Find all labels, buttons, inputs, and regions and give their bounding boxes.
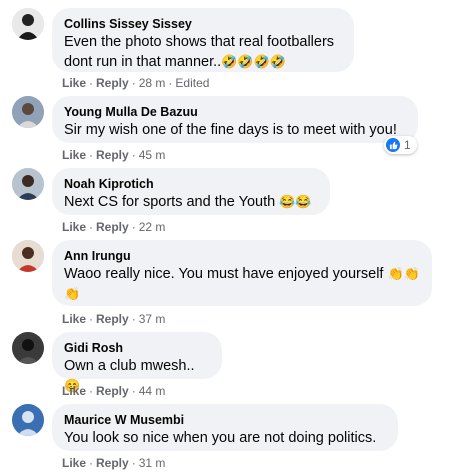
comment-actions: Like · Reply · 44 m (62, 384, 166, 398)
clapping-hands-emoji: 👏 (64, 286, 81, 301)
like-button[interactable]: Like (62, 456, 86, 470)
comment-bubble: Ann Irungu Waoo really nice. You must ha… (52, 240, 432, 306)
clapping-hands-emoji: 👏👏 (387, 266, 420, 281)
reply-button[interactable]: Reply (96, 76, 129, 90)
avatar[interactable] (12, 404, 44, 436)
reaction-count[interactable]: 1 (384, 136, 417, 154)
comment-actions: Like · Reply · 37 m (62, 312, 166, 326)
commenter-name[interactable]: Gidi Rosh (64, 340, 210, 356)
timestamp[interactable]: 37 m (139, 312, 166, 326)
like-button[interactable]: Like (62, 148, 86, 162)
comment-text: Next CS for sports and the Youth 😂😂 (64, 192, 318, 212)
timestamp[interactable]: 44 m (139, 384, 166, 398)
reaction-number: 1 (404, 138, 411, 152)
avatar[interactable] (12, 168, 44, 200)
comment-text-body: Even the photo shows that real footballe… (64, 34, 335, 70)
comment-actions: Like · Reply · 45 m (62, 148, 166, 162)
reply-button[interactable]: Reply (96, 148, 129, 162)
reply-button[interactable]: Reply (96, 384, 129, 398)
like-thumb-icon (386, 138, 400, 152)
comment-text: Waoo really nice. You must have enjoyed … (64, 264, 420, 304)
comment-text: Even the photo shows that real footballe… (64, 32, 342, 72)
like-button[interactable]: Like (62, 76, 86, 90)
timestamp[interactable]: 45 m (139, 148, 166, 162)
commenter-name[interactable]: Collins Sissey Sissey (64, 16, 342, 32)
like-button[interactable]: Like (62, 220, 86, 234)
comment-text: You look so nice when you are not doing … (64, 430, 377, 446)
comment-bubble: Maurice W Musembi You look so nice when … (52, 404, 398, 451)
commenter-name[interactable]: Ann Irungu (64, 248, 420, 264)
commenter-name[interactable]: Noah Kiprotich (64, 176, 318, 192)
timestamp[interactable]: 22 m (139, 220, 166, 234)
comment-actions: Like · Reply · 22 m (62, 220, 166, 234)
comment-text: Sir my wish one of the fine days is to m… (64, 122, 397, 138)
comment-bubble: Gidi Rosh Own a club mwesh..😊 (52, 332, 222, 393)
edited-label[interactable]: Edited (175, 76, 209, 90)
timestamp[interactable]: 31 m (139, 456, 166, 470)
comment-actions: Like · Reply · 28 m · Edited (62, 76, 210, 90)
tears-of-joy-emoji: 😂😂 (279, 194, 312, 209)
comment-text-body: Next CS for sports and the Youth (64, 194, 280, 210)
comment-actions: Like · Reply · 31 m (62, 456, 166, 470)
avatar[interactable] (12, 96, 44, 128)
comment-bubble: Young Mulla De Bazuu Sir my wish one of … (52, 96, 418, 143)
reply-button[interactable]: Reply (96, 312, 129, 326)
avatar[interactable] (12, 8, 44, 40)
timestamp[interactable]: 28 m (139, 76, 166, 90)
reply-button[interactable]: Reply (96, 220, 129, 234)
comment-text-body: Own a club mwesh.. (64, 358, 195, 374)
reply-button[interactable]: Reply (96, 456, 129, 470)
like-button[interactable]: Like (62, 312, 86, 326)
avatar[interactable] (12, 332, 44, 364)
comment-text-body: Waoo really nice. You must have enjoyed … (64, 266, 388, 282)
comment-bubble: Noah Kiprotich Next CS for sports and th… (52, 168, 330, 215)
comment-bubble: Collins Sissey Sissey Even the photo sho… (52, 8, 354, 72)
commenter-name[interactable]: Young Mulla De Bazuu (64, 104, 406, 120)
avatar[interactable] (12, 240, 44, 272)
commenter-name[interactable]: Maurice W Musembi (64, 412, 386, 428)
like-button[interactable]: Like (62, 384, 86, 398)
rofl-emoji: 🤣🤣🤣🤣 (221, 54, 286, 69)
